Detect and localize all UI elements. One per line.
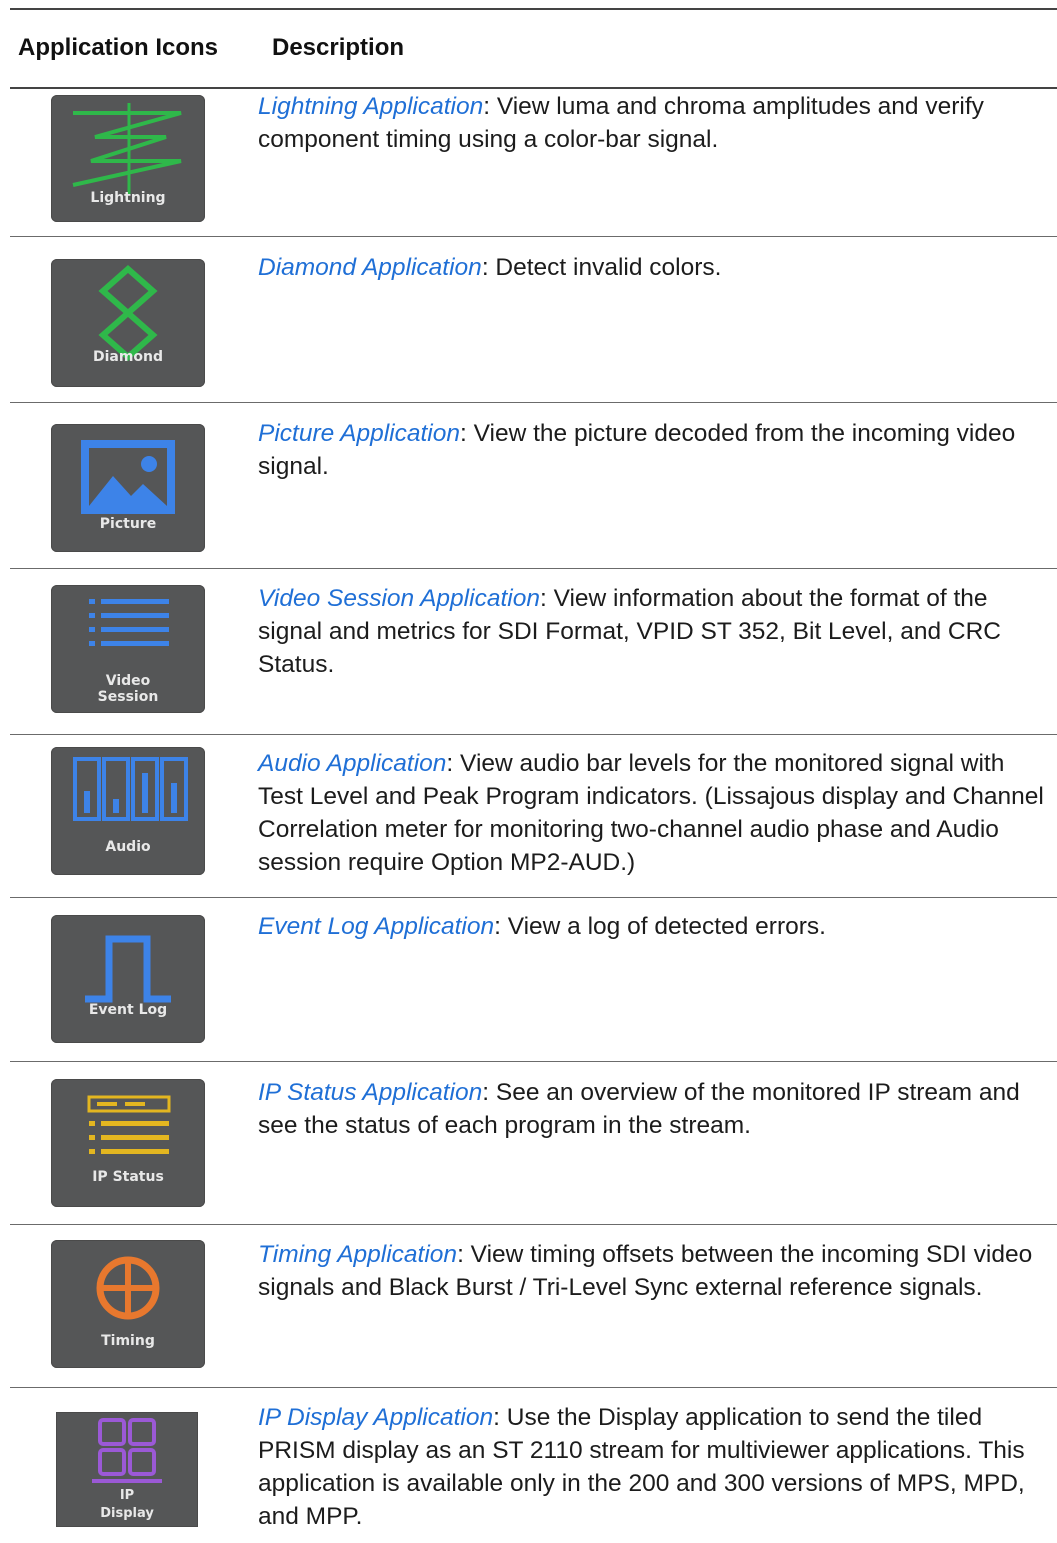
header-bottom-rule xyxy=(10,87,1057,89)
row-description-audio: Audio Application: View audio bar levels… xyxy=(258,750,1044,876)
lightning-application-link[interactable]: Lightning Application xyxy=(258,93,483,120)
audio-application-link[interactable]: Audio Application xyxy=(258,750,446,777)
timing-application-link[interactable]: Timing Application xyxy=(258,1241,457,1268)
row-divider xyxy=(10,1224,1057,1225)
column-header-description: Description xyxy=(272,34,405,61)
picture-icon: Picture xyxy=(51,424,205,552)
row-description-diamond: Diamond Application: Detect invalid colo… xyxy=(258,254,722,281)
row-description-video-session: Video Session Application: View informat… xyxy=(258,585,1002,678)
row-description-lightning: Lightning Application: View luma and chr… xyxy=(258,93,984,153)
row-divider xyxy=(10,402,1057,403)
row-description-ip-status: IP Status Application: See an overview o… xyxy=(258,1079,1020,1139)
row-divider xyxy=(10,568,1057,569)
row-divider xyxy=(10,236,1057,237)
row-divider xyxy=(10,1387,1057,1388)
row-divider xyxy=(10,1061,1057,1062)
diamond-icon: Diamond xyxy=(51,259,205,387)
row-description-event-log: Event Log Application: View a log of det… xyxy=(258,913,826,940)
row-divider xyxy=(10,897,1057,898)
event-log-application-link[interactable]: Event Log Application xyxy=(258,913,494,940)
audio-icon: Audio xyxy=(51,747,205,875)
row-description-timing: Timing Application: View timing offsets … xyxy=(258,1241,1033,1301)
video-session-application-link[interactable]: Video Session Application xyxy=(258,585,540,612)
diamond-application-link[interactable]: Diamond Application xyxy=(258,254,482,281)
video-session-icon: Video Session xyxy=(51,585,205,713)
ip-display-application-link[interactable]: IP Display Application xyxy=(258,1404,493,1431)
table-top-rule xyxy=(10,8,1057,10)
ip-display-icon: IP Display xyxy=(56,1412,198,1527)
lightning-icon: Lightning xyxy=(51,95,205,222)
ip-status-application-link[interactable]: IP Status Application xyxy=(258,1079,482,1106)
column-header-icons: Application Icons xyxy=(18,34,219,61)
event-log-icon: Event Log xyxy=(51,915,205,1043)
row-description-picture: Picture Application: View the picture de… xyxy=(258,420,1016,480)
timing-icon: Timing xyxy=(51,1240,205,1368)
picture-application-link[interactable]: Picture Application xyxy=(258,420,460,447)
ip-status-icon: IP Status xyxy=(51,1079,205,1207)
row-divider xyxy=(10,734,1057,735)
row-description-ip-display: IP Display Application: Use the Display … xyxy=(258,1404,1025,1530)
